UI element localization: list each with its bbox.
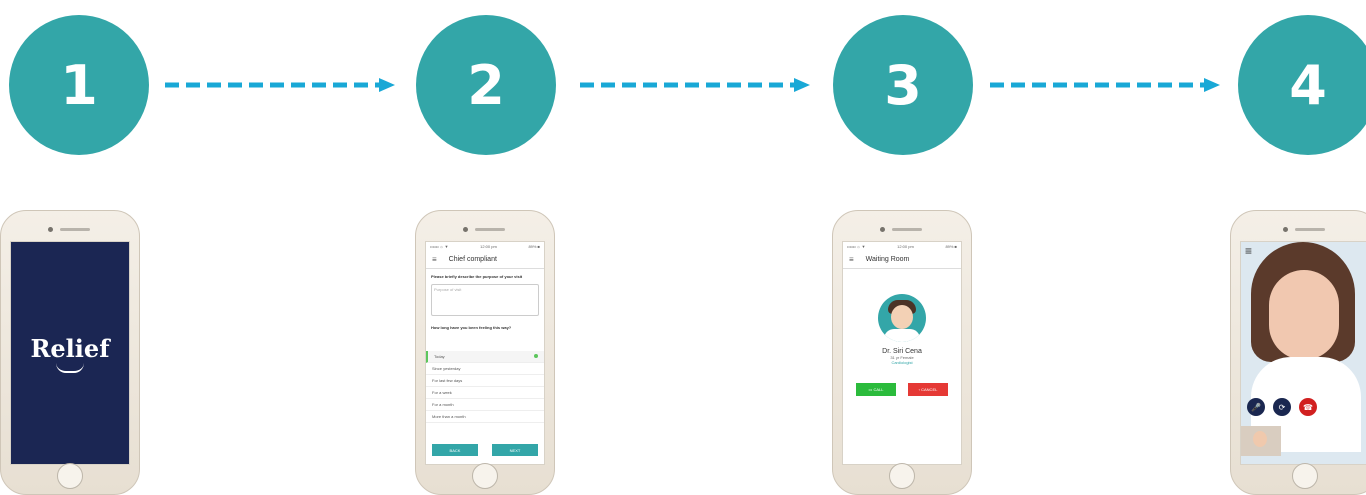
option-since-yesterday[interactable]: Since yesterday <box>426 363 544 375</box>
back-button[interactable]: BACK <box>432 444 478 456</box>
call-button[interactable]: ▭ CALL <box>856 383 896 396</box>
step-3-number: 3 <box>884 53 922 117</box>
option-label: For a week <box>432 389 452 395</box>
splash-screen: Relief <box>10 241 130 465</box>
speaker <box>892 228 922 231</box>
cancel-button[interactable]: ‹ CANCEL <box>908 383 948 396</box>
menu-icon[interactable]: ≡ <box>849 255 854 264</box>
step-3-circle: 3 <box>833 15 973 155</box>
option-label: For a month <box>432 401 454 407</box>
title-bar: ≡ Waiting Room <box>843 251 961 269</box>
option-week[interactable]: For a week <box>426 387 544 399</box>
step-4-number: 4 <box>1289 53 1327 117</box>
status-signal: •••oo ☼ ▼ <box>847 244 866 249</box>
selected-dot-icon <box>534 353 538 358</box>
phone-4: ≡ 🎤 ⟳ ☎ <box>1230 210 1366 495</box>
avatar-coat <box>884 329 920 342</box>
menu-icon[interactable]: ≡ <box>1245 244 1252 258</box>
speaker <box>475 228 505 231</box>
home-button <box>1292 463 1318 489</box>
self-view-thumbnail <box>1241 426 1281 456</box>
speaker <box>60 228 90 231</box>
video-call-screen: ≡ 🎤 ⟳ ☎ <box>1240 241 1366 465</box>
option-label: For last few days <box>432 377 463 383</box>
option-more-than-month[interactable]: More than a month <box>426 411 544 423</box>
phone-3: •••oo ☼ ▼ 12:00 pm 89% ■ ≡ Waiting Room … <box>832 210 972 495</box>
back-chevron-icon: ‹ <box>918 387 920 392</box>
step-1-circle: 1 <box>9 15 149 155</box>
home-button <box>472 463 498 489</box>
call-label: CALL <box>873 387 884 392</box>
status-battery: 89% ■ <box>528 244 540 249</box>
option-month[interactable]: For a month <box>426 399 544 411</box>
camera-icon <box>463 227 468 232</box>
cancel-label: CANCEL <box>921 387 938 392</box>
screen-title: Chief compliant <box>448 256 497 263</box>
step-2-number: 2 <box>467 53 505 117</box>
doctor-specialty: Cardiologist <box>891 360 913 365</box>
doctor-face <box>1269 270 1339 360</box>
avatar-face <box>891 305 913 329</box>
home-button <box>57 463 83 489</box>
duration-options: Today Since yesterday For last few days … <box>426 350 544 423</box>
speaker <box>1295 228 1325 231</box>
option-label: Today <box>434 353 445 359</box>
doctor-avatar <box>878 294 926 342</box>
status-time: 12:00 pm <box>897 244 914 249</box>
title-bar: ≡ Chief compliant <box>426 251 544 269</box>
camera-icon <box>1283 227 1288 232</box>
logo-smile-icon <box>56 363 84 373</box>
option-label: More than a month <box>432 413 466 419</box>
option-last-few-days[interactable]: For last few days <box>426 375 544 387</box>
status-battery: 89% ■ <box>945 244 957 249</box>
camera-icon <box>48 227 53 232</box>
camera-icon <box>880 227 885 232</box>
relief-logo: Relief <box>30 333 110 363</box>
duration-question: How long have you been feeling this way? <box>431 324 512 330</box>
status-bar: •••oo ☼ ▼ 12:00 pm 89% ■ <box>843 242 961 251</box>
waiting-room-screen: •••oo ☼ ▼ 12:00 pm 89% ■ ≡ Waiting Room … <box>842 241 962 465</box>
purpose-input[interactable]: Purpose of visit <box>431 283 539 316</box>
screen-title: Waiting Room <box>865 256 910 263</box>
phone-1: Relief <box>0 210 140 495</box>
status-signal: •••oo ☼ ▼ <box>430 244 449 249</box>
next-button[interactable]: NEXT <box>492 444 538 456</box>
phone-2: •••oo ☼ ▼ 12:00 pm 89% ■ ≡ Chief complia… <box>415 210 555 495</box>
chief-complaint-screen: •••oo ☼ ▼ 12:00 pm 89% ■ ≡ Chief complia… <box>425 241 545 465</box>
step-1-number: 1 <box>60 53 98 117</box>
status-time: 12:00 pm <box>480 244 497 249</box>
menu-icon[interactable]: ≡ <box>432 255 437 264</box>
step-2-circle: 2 <box>416 15 556 155</box>
camera-switch-icon[interactable]: ⟳ <box>1273 398 1291 416</box>
self-face <box>1253 431 1267 447</box>
status-bar: •••oo ☼ ▼ 12:00 pm 89% ■ <box>426 242 544 251</box>
hang-up-icon[interactable]: ☎ <box>1299 398 1317 416</box>
microphone-icon[interactable]: 🎤 <box>1247 398 1265 416</box>
option-today[interactable]: Today <box>426 350 544 363</box>
home-button <box>889 463 915 489</box>
step-4-circle: 4 <box>1238 15 1366 155</box>
option-label: Since yesterday <box>432 365 461 371</box>
video-icon: ▭ <box>868 387 873 392</box>
doctor-name: Dr. Siri Cena <box>882 348 922 355</box>
purpose-question: Please briefly describe the purpose of y… <box>431 274 523 279</box>
